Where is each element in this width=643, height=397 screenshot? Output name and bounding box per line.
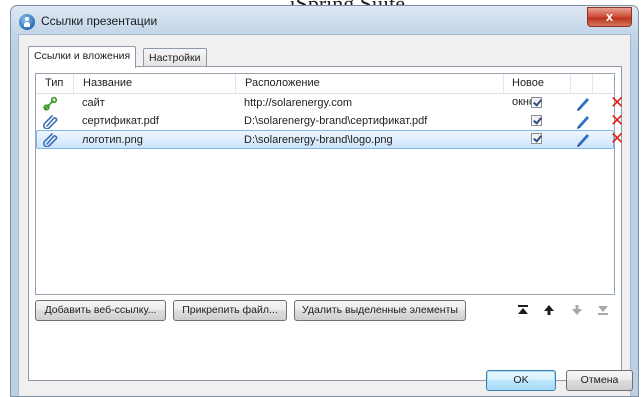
delete-icon[interactable]: ✕ (610, 130, 624, 147)
row-name: логотип.png (82, 134, 143, 146)
move-bottom-icon[interactable] (595, 302, 611, 318)
pencil-icon[interactable] (575, 95, 591, 111)
ispring-app-icon (19, 14, 35, 30)
close-button[interactable]: x (587, 7, 632, 27)
dialog-window: Ссылки презентации x Ссылки и вложения Н… (10, 5, 639, 397)
window-title: Ссылки презентации (41, 14, 158, 28)
column-header-name[interactable]: Название (74, 74, 236, 93)
table-row[interactable]: сайт http://solarenergy.com ✕ (36, 94, 624, 113)
title-bar[interactable]: Ссылки презентации x (11, 6, 638, 34)
attach-file-button[interactable]: Прикрепить файл... (173, 300, 287, 321)
tab-settings[interactable]: Настройки (143, 48, 207, 67)
tab-links-attachments[interactable]: Ссылки и вложения (28, 46, 137, 68)
add-web-link-button[interactable]: Добавить веб-ссылку... (35, 300, 166, 321)
delete-icon[interactable]: ✕ (610, 94, 624, 111)
tab-panel: Тип Название Расположение Новое окно сай… (28, 66, 624, 381)
ok-button[interactable]: OK (486, 370, 556, 391)
column-header-type[interactable]: Тип (36, 74, 74, 93)
table-header: Тип Название Расположение Новое окно (36, 74, 614, 108)
move-top-icon[interactable] (515, 302, 531, 318)
pencil-icon[interactable] (575, 131, 591, 147)
column-header-new-window[interactable]: Новое окно (504, 74, 571, 108)
table-row[interactable]: сертификат.pdf D:\solarenergy-brand\серт… (36, 112, 624, 131)
links-table: Тип Название Расположение Новое окно сай… (35, 73, 624, 295)
paperclip-icon (43, 133, 58, 147)
column-header-location[interactable]: Расположение (236, 74, 504, 93)
delete-icon[interactable]: ✕ (610, 112, 624, 129)
cancel-button[interactable]: Отмена (566, 370, 633, 391)
row-location: http://solarenergy.com (244, 97, 353, 109)
new-window-checkbox[interactable] (531, 115, 542, 126)
new-window-checkbox[interactable] (531, 97, 542, 108)
delete-selected-button[interactable]: Удалить выделенные элементы (294, 300, 466, 321)
pencil-icon[interactable] (575, 113, 591, 129)
link-icon (43, 96, 58, 111)
table-row-selected[interactable]: логотип.png D:\solarenergy-brand\logo.pn… (36, 130, 624, 149)
row-name: сайт (82, 97, 105, 109)
row-location: D:\solarenergy-brand\сертификат.pdf (244, 115, 428, 127)
column-header-edit (571, 74, 593, 93)
dialog-client-area: Ссылки и вложения Настройки Тип Название… (18, 34, 633, 396)
new-window-checkbox[interactable] (531, 133, 542, 144)
move-up-icon[interactable] (541, 302, 557, 318)
row-location: D:\solarenergy-brand\logo.png (244, 134, 393, 146)
row-name: сертификат.pdf (82, 115, 159, 127)
paperclip-icon (43, 115, 58, 129)
move-down-icon[interactable] (569, 302, 585, 318)
